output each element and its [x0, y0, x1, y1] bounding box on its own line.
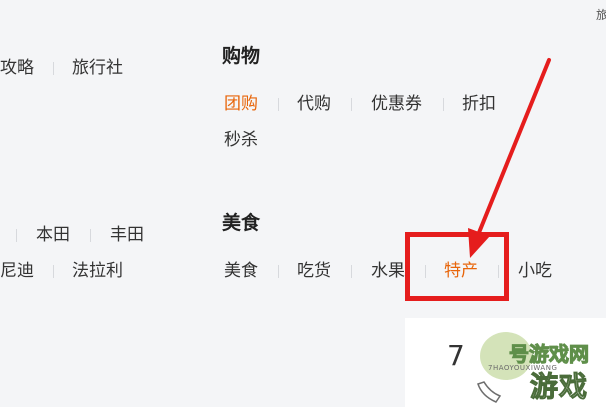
- annotation-arrow-icon: [468, 58, 551, 258]
